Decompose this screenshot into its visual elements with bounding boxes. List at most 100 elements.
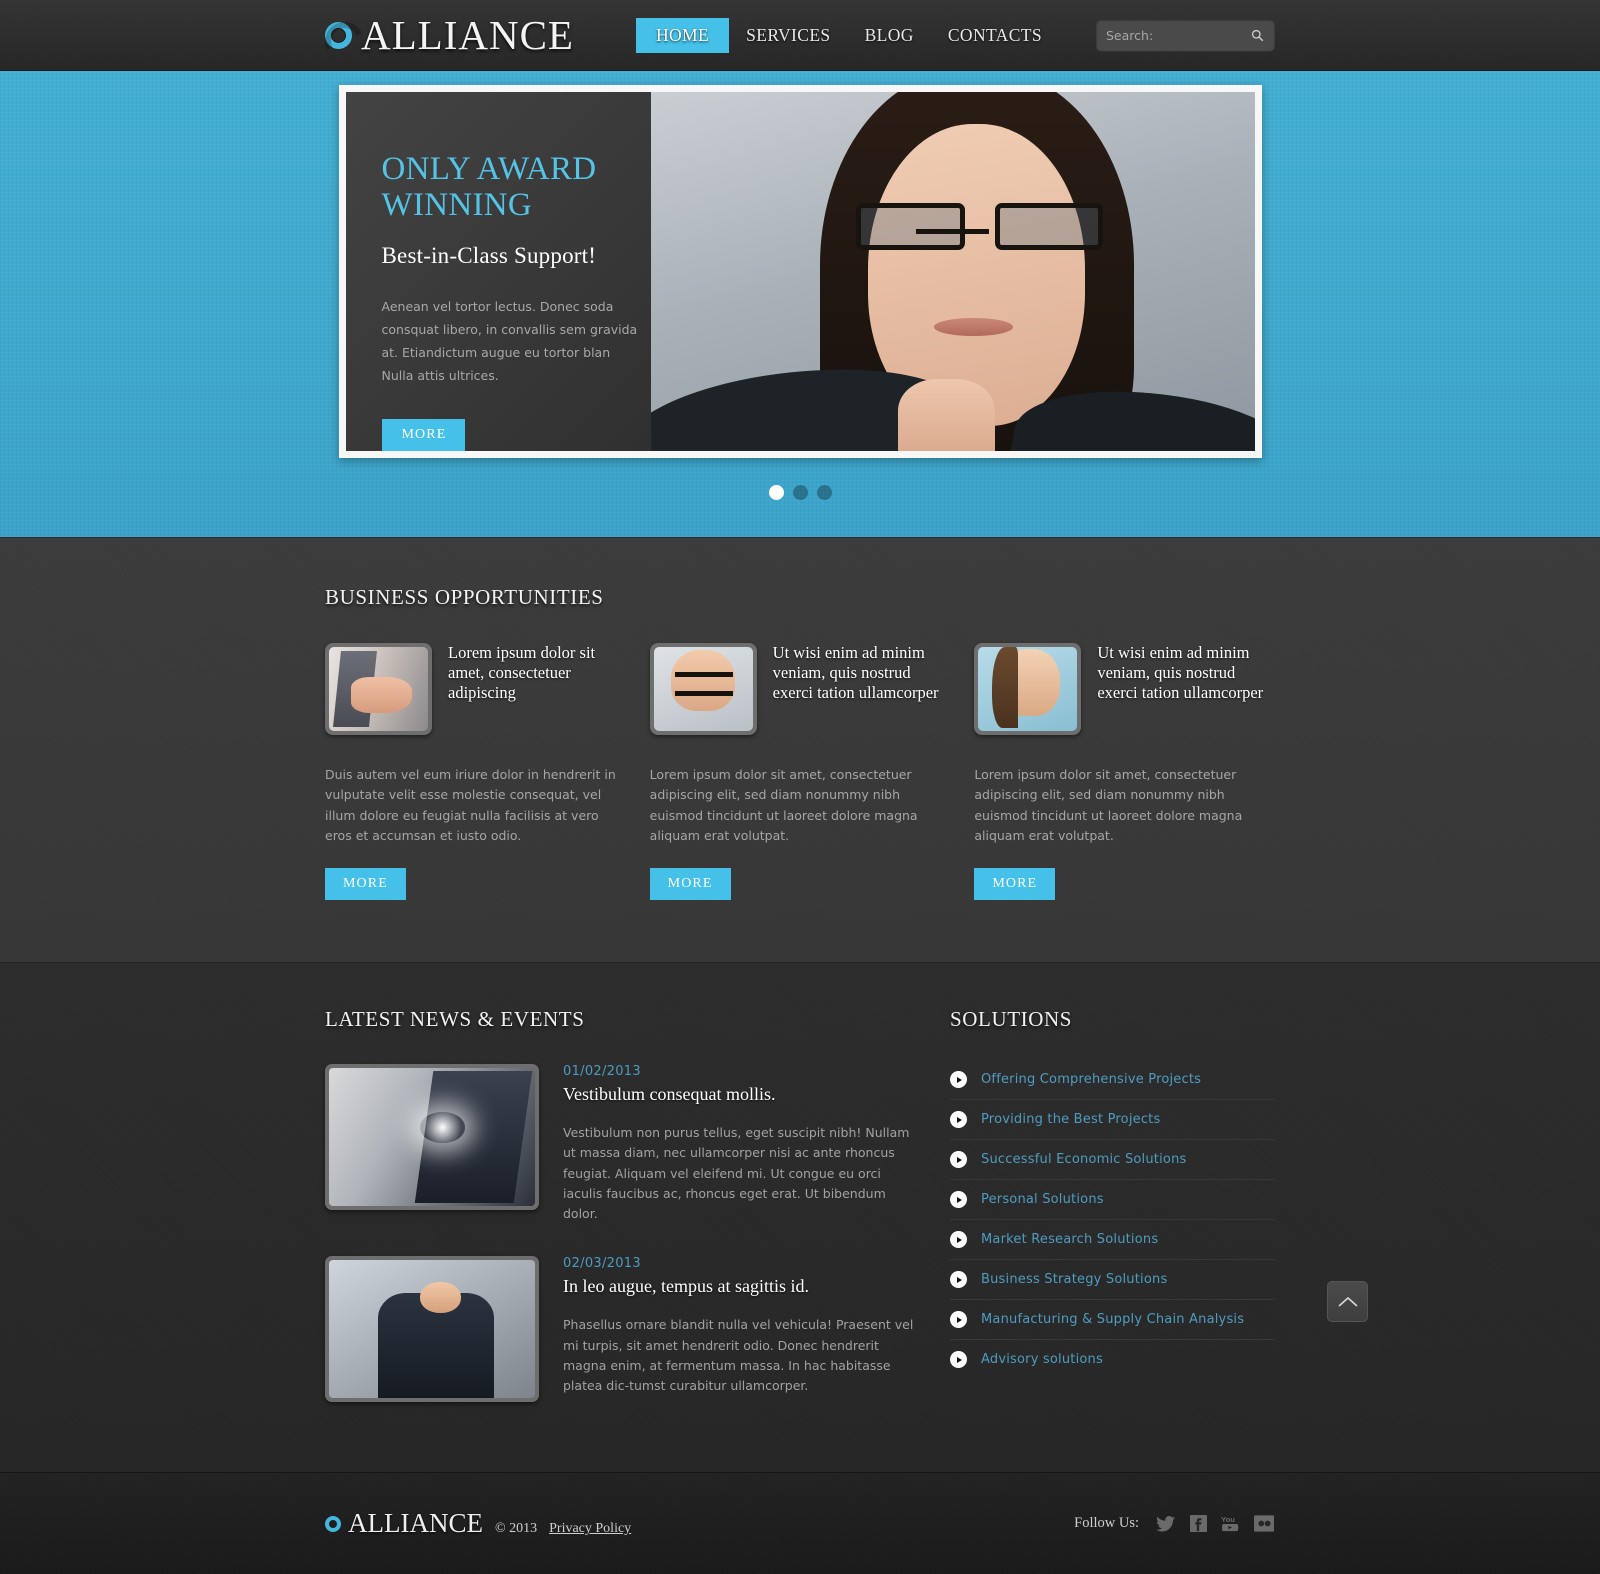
hero-section: ONLY AWARD WINNING Best-in-Class Support…: [0, 71, 1600, 537]
solution-link[interactable]: Business Strategy Solutions: [981, 1272, 1167, 1287]
celebrating-businessman-photo: [329, 1260, 535, 1399]
search-icon: [1251, 29, 1263, 41]
hero-slider: ONLY AWARD WINNING Best-in-Class Support…: [338, 85, 1262, 459]
chevron-up-icon: [1337, 1296, 1358, 1307]
news-item: 02/03/2013 In leo augue, tempus at sagit…: [325, 1256, 920, 1403]
slide-subtitle: Best-in-Class Support!: [381, 243, 597, 269]
play-circle-icon: [950, 1231, 967, 1248]
news-title[interactable]: In leo augue, tempus at sagittis id.: [563, 1276, 920, 1297]
list-item[interactable]: Providing the Best Projects: [950, 1100, 1275, 1140]
business-section-title: BUSINESS OPPORTUNITIES: [325, 585, 604, 609]
business-column-body: Duis autem vel eum iriure dolor in hendr…: [325, 767, 616, 843]
slider-pagination: [0, 485, 1600, 501]
footer-logo-text: ALLIANCE: [348, 1508, 483, 1539]
news-title[interactable]: Vestibulum consequat mollis.: [563, 1084, 920, 1105]
glasses-decoration: [855, 203, 1104, 251]
facebook-icon[interactable]: [1187, 1513, 1209, 1535]
play-circle-icon: [950, 1351, 967, 1368]
solution-link[interactable]: Personal Solutions: [981, 1192, 1104, 1207]
twitter-icon[interactable]: [1154, 1513, 1176, 1535]
youtube-icon[interactable]: You: [1220, 1513, 1242, 1535]
play-circle-icon: [950, 1151, 967, 1168]
play-circle-icon: [950, 1071, 967, 1088]
news-body: Phasellus ornare blandit nulla vel vehic…: [563, 1317, 914, 1393]
logo-text: ALLIANCE: [361, 12, 574, 58]
solutions-list: Offering Comprehensive Projects Providin…: [950, 1060, 1275, 1379]
news-item: 01/02/2013 Vestibulum consequat mollis. …: [325, 1064, 920, 1224]
news-thumbnail[interactable]: [325, 1064, 539, 1210]
solutions-section-title: SOLUTIONS: [950, 1007, 1073, 1031]
business-opportunities-section: BUSINESS OPPORTUNITIES Lorem ipsum dolor…: [0, 537, 1600, 962]
svg-text:You: You: [1221, 1515, 1235, 1524]
site-footer: ALLIANCE © 2013 Privacy Policy Follow Us…: [0, 1472, 1600, 1574]
news-and-solutions-section: LATEST NEWS & EVENTS 01/02/2013 Vestibul…: [0, 962, 1600, 1472]
main-navigation: HOME SERVICES BLOG CONTACTS: [635, 17, 1059, 54]
solution-link[interactable]: Advisory solutions: [981, 1352, 1103, 1367]
business-thumbnail[interactable]: [974, 643, 1082, 735]
privacy-policy-link[interactable]: Privacy Policy: [549, 1521, 631, 1537]
business-more-button[interactable]: MORE: [325, 868, 406, 900]
solution-link[interactable]: Offering Comprehensive Projects: [981, 1072, 1201, 1087]
slide-caption: ONLY AWARD WINNING Best-in-Class Support…: [345, 92, 651, 452]
business-column: Lorem ipsum dolor sit amet, consectetuer…: [325, 643, 626, 900]
play-circle-icon: [950, 1111, 967, 1128]
slider-dot-1[interactable]: [768, 485, 784, 501]
solution-link[interactable]: Successful Economic Solutions: [981, 1152, 1187, 1167]
ring-logo-icon: [325, 1515, 341, 1532]
business-thumbnail[interactable]: [649, 643, 757, 735]
news-date: 02/03/2013: [563, 1256, 641, 1272]
news-body: Vestibulum non purus tellus, eget suscip…: [563, 1125, 910, 1221]
slide-title: ONLY AWARD WINNING: [381, 151, 597, 223]
list-item[interactable]: Advisory solutions: [950, 1340, 1275, 1379]
search-input[interactable]: [1096, 27, 1244, 43]
business-column: Ut wisi enim ad minim veniam, quis nostr…: [649, 643, 951, 900]
business-more-button[interactable]: MORE: [974, 868, 1056, 900]
search-box: [1096, 19, 1275, 51]
business-more-button[interactable]: MORE: [649, 868, 731, 900]
list-item[interactable]: Manufacturing & Supply Chain Analysis: [950, 1300, 1275, 1340]
list-item[interactable]: Business Strategy Solutions: [950, 1260, 1275, 1300]
business-column-title: Ut wisi enim ad minim veniam, quis nostr…: [772, 643, 939, 703]
list-item[interactable]: Successful Economic Solutions: [950, 1140, 1275, 1180]
touchscreen-photo: [329, 1068, 535, 1206]
scroll-to-top-button[interactable]: [1327, 1281, 1368, 1322]
news-thumbnail[interactable]: [325, 1256, 539, 1403]
footer-logo[interactable]: ALLIANCE: [325, 1510, 483, 1537]
site-logo[interactable]: ALLIANCE: [325, 15, 574, 56]
list-item[interactable]: Personal Solutions: [950, 1180, 1275, 1220]
news-section-title: LATEST NEWS & EVENTS: [325, 1007, 585, 1031]
play-circle-icon: [950, 1271, 967, 1288]
site-header: ALLIANCE HOME SERVICES BLOG CONTACTS: [0, 0, 1600, 71]
page-root: ALLIANCE HOME SERVICES BLOG CONTACTS Sea…: [0, 0, 1600, 1574]
solution-link[interactable]: Providing the Best Projects: [981, 1112, 1160, 1127]
business-column-title: Lorem ipsum dolor sit amet, consectetuer…: [448, 643, 596, 703]
copyright-text: © 2013: [494, 1520, 538, 1536]
business-column-title: Ut wisi enim ad minim veniam, quis nostr…: [1097, 643, 1264, 703]
business-column: Ut wisi enim ad minim veniam, quis nostr…: [974, 643, 1275, 900]
slide-more-button[interactable]: MORE: [381, 419, 466, 452]
business-column-body: Lorem ipsum dolor sit amet, consectetuer…: [974, 767, 1243, 843]
search-button[interactable]: [1244, 20, 1270, 50]
flickr-icon[interactable]: [1253, 1513, 1275, 1535]
news-date: 01/02/2013: [563, 1064, 641, 1079]
business-thumbnail[interactable]: [325, 643, 432, 735]
slide-photo: [650, 92, 1255, 452]
nav-item-services[interactable]: SERVICES: [729, 19, 847, 53]
slider-dot-3[interactable]: [816, 485, 832, 501]
nav-item-contacts[interactable]: CONTACTS: [931, 19, 1059, 53]
handshake-photo: [329, 647, 428, 731]
solutions-column: SOLUTIONS Offering Comprehensive Project…: [950, 1007, 1275, 1402]
solution-link[interactable]: Manufacturing & Supply Chain Analysis: [981, 1312, 1244, 1327]
nav-item-home[interactable]: HOME: [635, 17, 730, 54]
smiling-woman-photo: [978, 647, 1078, 731]
ring-logo-icon: [325, 22, 352, 49]
man-with-glasses-photo: [653, 647, 753, 731]
list-item[interactable]: Market Research Solutions: [950, 1220, 1275, 1260]
latest-news-column: LATEST NEWS & EVENTS 01/02/2013 Vestibul…: [325, 1007, 920, 1403]
play-circle-icon: [950, 1191, 967, 1208]
solution-link[interactable]: Market Research Solutions: [981, 1232, 1158, 1247]
list-item[interactable]: Offering Comprehensive Projects: [950, 1060, 1275, 1100]
follow-us-label: Follow Us:: [1074, 1515, 1139, 1532]
nav-item-blog[interactable]: BLOG: [848, 19, 931, 53]
slider-dot-2[interactable]: [792, 485, 808, 501]
